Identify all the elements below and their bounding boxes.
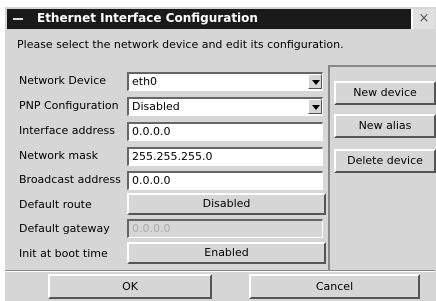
network-device-value: eth0	[132, 75, 158, 88]
init-at-boot-toggle[interactable]: Enabled	[127, 242, 326, 264]
default-route-toggle[interactable]: Disabled	[127, 193, 326, 215]
broadcast-address-input[interactable]: 0.0.0.0	[127, 171, 323, 190]
device-actions-panel: New device New alias Delete device	[328, 65, 436, 270]
network-device-select[interactable]: eth0	[127, 72, 323, 91]
window-title: Ethernet Interface Configuration	[37, 11, 258, 25]
chevron-down-icon[interactable]	[308, 99, 322, 114]
init-at-boot-label: Init at boot time	[19, 247, 108, 260]
title-bar[interactable]: Ethernet Interface Configuration ×	[7, 9, 435, 29]
default-gateway-input: 0.0.0.0	[127, 219, 323, 238]
dialog-window: Ethernet Interface Configuration × Pleas…	[4, 6, 436, 301]
default-route-label: Default route	[19, 198, 92, 211]
network-device-label: Network Device	[19, 74, 107, 87]
interface-address-label: Interface address	[19, 124, 115, 137]
ok-button[interactable]: OK	[48, 274, 212, 299]
broadcast-address-label: Broadcast address	[19, 173, 121, 186]
chevron-down-icon[interactable]	[308, 74, 322, 89]
new-device-button[interactable]: New device	[334, 81, 436, 105]
cancel-button[interactable]: Cancel	[249, 274, 420, 299]
network-mask-input[interactable]: 255.255.255.0	[127, 147, 323, 166]
interface-address-input[interactable]: 0.0.0.0	[127, 122, 323, 141]
pnp-configuration-value: Disabled	[132, 100, 180, 113]
window-menu-icon[interactable]	[13, 18, 23, 20]
delete-device-button[interactable]: Delete device	[334, 149, 436, 173]
pnp-configuration-label: PNP Configuration	[19, 99, 119, 112]
footer-divider	[5, 270, 435, 272]
default-gateway-label: Default gateway	[19, 222, 110, 235]
configuration-form: Network Device eth0 PNP Configuration Di…	[14, 65, 328, 270]
pnp-configuration-select[interactable]: Disabled	[127, 97, 323, 116]
close-icon[interactable]: ×	[411, 9, 435, 29]
network-mask-label: Network mask	[19, 149, 98, 162]
instruction-text: Please select the network device and edi…	[17, 38, 344, 51]
new-alias-button[interactable]: New alias	[334, 114, 436, 138]
